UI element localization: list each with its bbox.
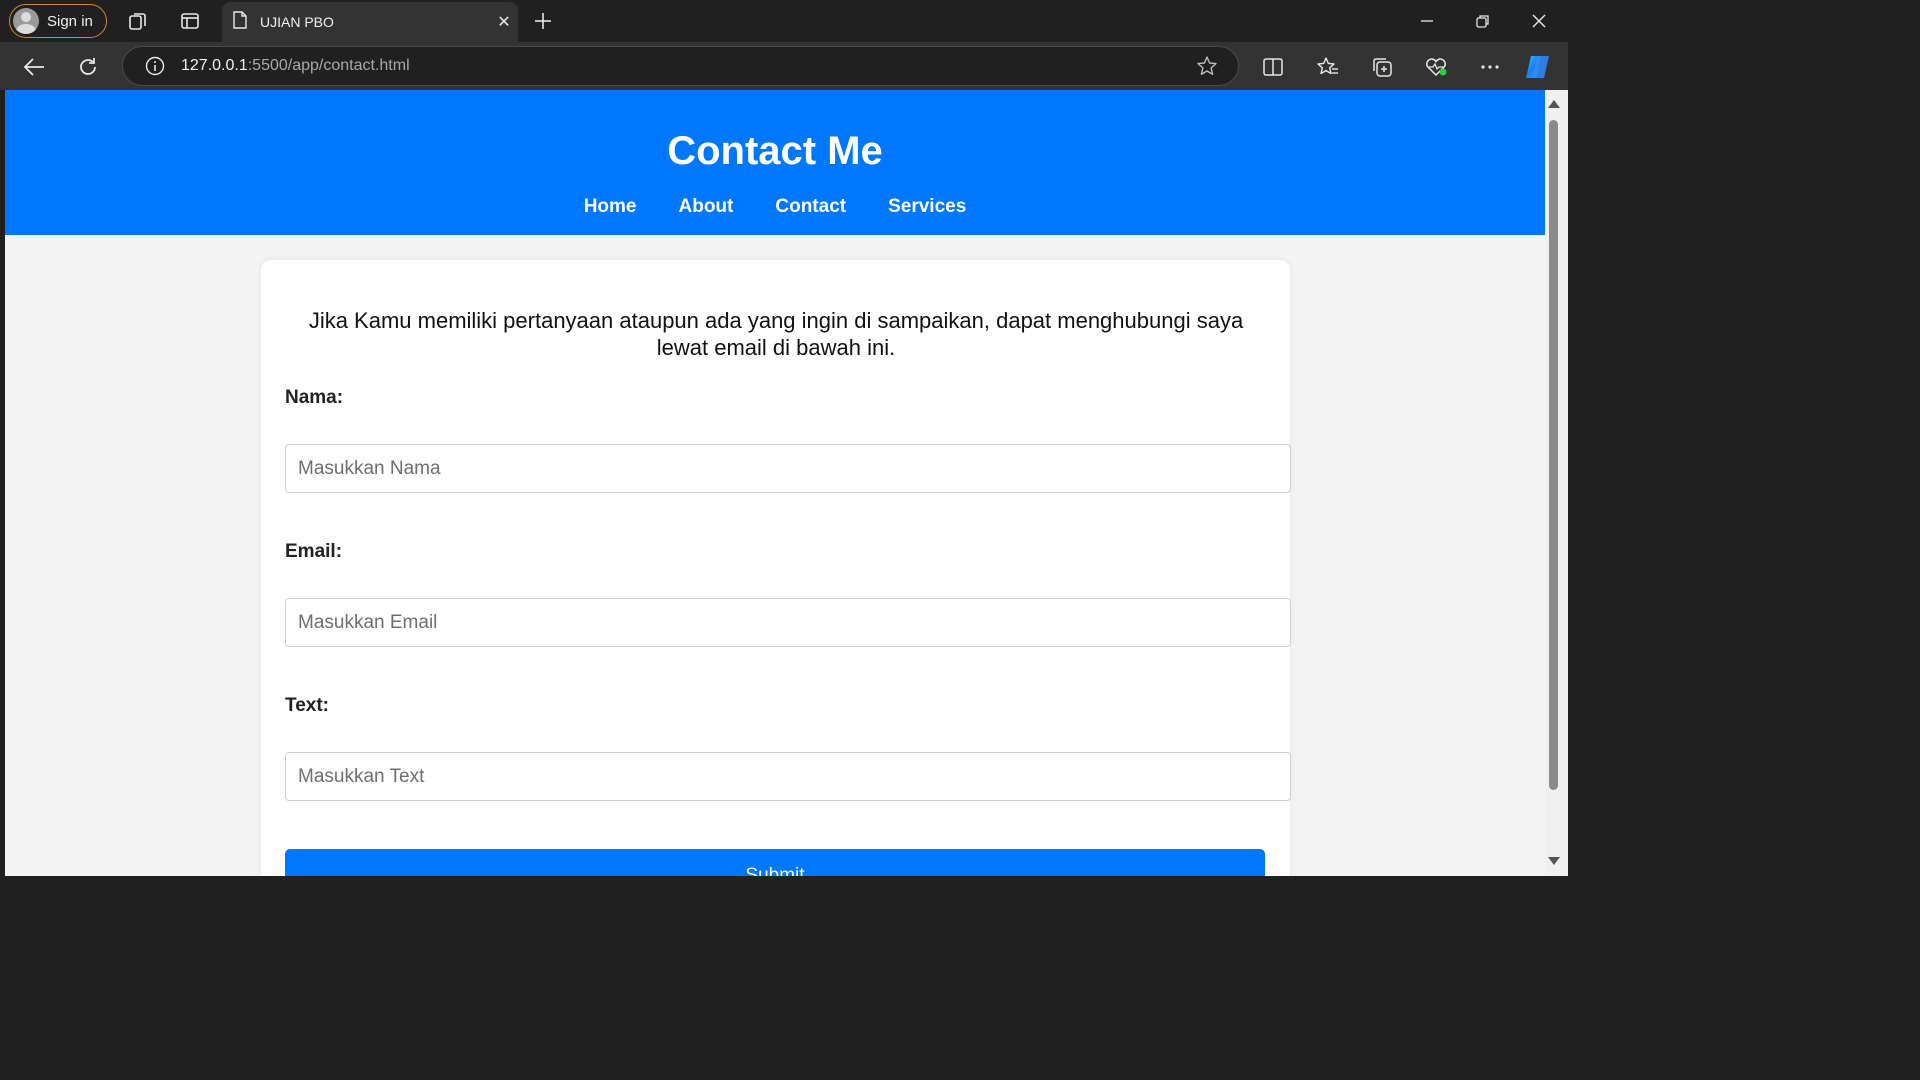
scrollbar-thumb[interactable] [1549, 120, 1558, 790]
browser-tab-active[interactable]: UJIAN PBO ✕ [222, 2, 518, 42]
scroll-down-arrow-icon[interactable] [1548, 857, 1560, 865]
back-arrow-icon[interactable] [19, 52, 49, 82]
email-label: Email: [285, 541, 343, 562]
refresh-icon[interactable] [73, 52, 103, 82]
page-scrollbar[interactable] [1545, 90, 1568, 876]
nav-link-contact[interactable]: Contact [775, 196, 846, 218]
browser-titlebar: Sign in UJIAN PBO ✕ [0, 0, 1568, 42]
tab-close-icon[interactable]: ✕ [490, 12, 518, 32]
minimize-icon[interactable] [1412, 6, 1442, 36]
close-window-icon[interactable] [1524, 6, 1554, 36]
sign-in-label: Sign in [47, 12, 93, 30]
new-tab-icon[interactable] [530, 8, 556, 34]
nav-link-home[interactable]: Home [584, 196, 637, 218]
site-header: Contact Me Home About Contact Services [5, 90, 1545, 235]
sign-in-button[interactable]: Sign in [9, 4, 107, 38]
workspaces-icon[interactable] [125, 8, 151, 34]
profile-avatar-icon [13, 8, 39, 34]
nav-link-about[interactable]: About [679, 196, 734, 218]
site-info-icon[interactable] [143, 54, 167, 78]
email-input[interactable] [285, 598, 1291, 647]
page-viewport: Contact Me Home About Contact Services J… [5, 90, 1545, 876]
text-label: Text: [285, 695, 329, 716]
favorite-star-icon[interactable] [1192, 51, 1222, 81]
split-screen-icon[interactable] [1258, 52, 1288, 82]
url-text[interactable]: 127.0.0.1:5500/app/contact.html [181, 57, 1192, 75]
nav-link-services[interactable]: Services [888, 196, 966, 218]
url-path: :5500/app/contact.html [247, 57, 410, 74]
collections-icon[interactable] [1367, 52, 1397, 82]
scroll-up-arrow-icon[interactable] [1548, 100, 1560, 108]
page-file-icon [232, 10, 248, 34]
more-options-icon[interactable] [1475, 52, 1505, 82]
contact-form-card: Jika Kamu memiliki pertanyaan ataupun ad… [261, 260, 1291, 876]
browser-toolbar: 127.0.0.1:5500/app/contact.html [0, 42, 1568, 90]
tab-title: UJIAN PBO [260, 14, 334, 30]
page-title: Contact Me [667, 129, 883, 173]
submit-button[interactable]: Submit [285, 849, 1265, 876]
name-label: Nama: [285, 387, 344, 408]
favorites-icon[interactable] [1313, 52, 1343, 82]
main-nav: Home About Contact Services [5, 196, 1545, 218]
address-bar[interactable]: 127.0.0.1:5500/app/contact.html [122, 46, 1239, 86]
name-input[interactable] [285, 444, 1291, 493]
browser-essentials-icon[interactable] [1421, 52, 1451, 82]
restore-icon[interactable] [1468, 6, 1498, 36]
copilot-icon[interactable] [1524, 52, 1554, 82]
tab-actions-icon[interactable] [177, 8, 203, 34]
intro-text: Jika Kamu memiliki pertanyaan ataupun ad… [308, 308, 1244, 360]
text-input[interactable] [285, 752, 1291, 801]
window-bottom-edge [0, 876, 1568, 882]
url-host: 127.0.0.1 [181, 57, 248, 74]
